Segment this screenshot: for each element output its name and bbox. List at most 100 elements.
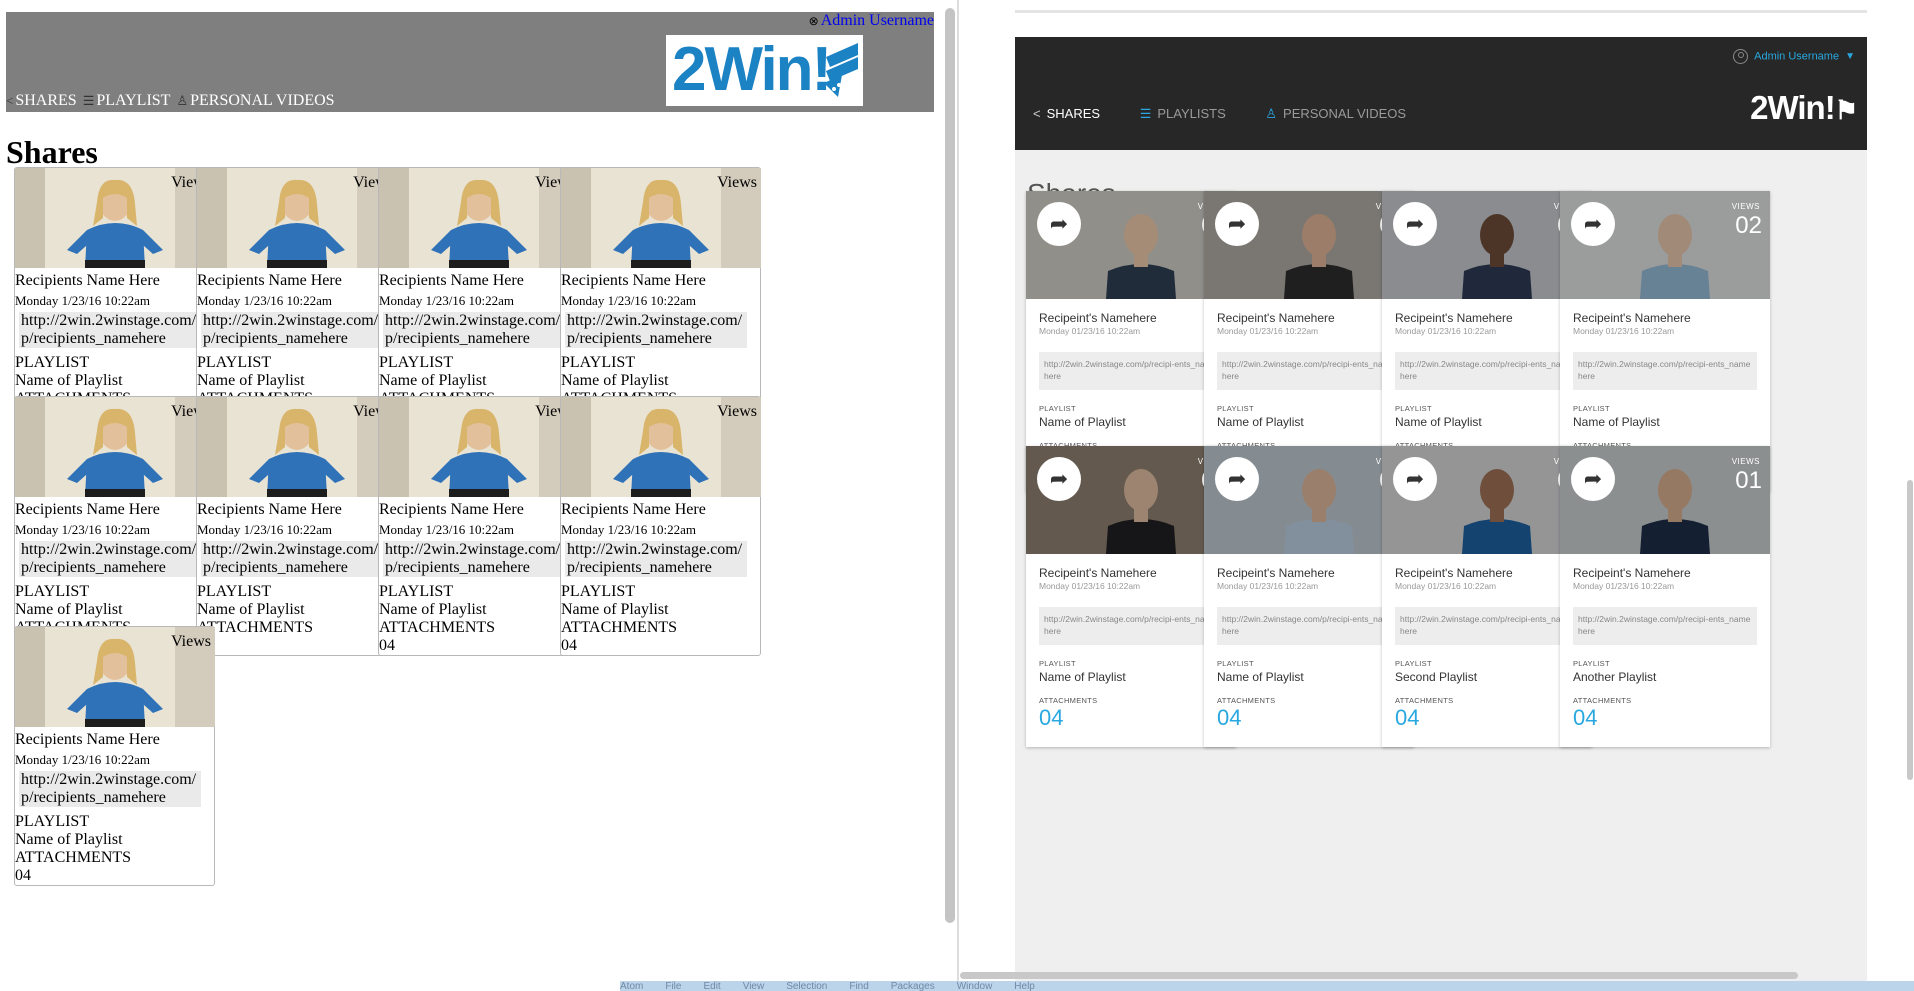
card-thumbnail[interactable]: Views xyxy=(379,397,579,497)
attachments-label: ATTACHMENTS xyxy=(1573,696,1632,705)
share-card[interactable]: Views Recipients Name Here Monday 1/23/16 … xyxy=(196,167,397,427)
share-card[interactable]: Views Recipients Name Here Monday 1/23/16 … xyxy=(14,626,215,886)
card-thumbnail[interactable]: Views xyxy=(561,397,761,497)
recipient-name: Recipients Name Here xyxy=(197,272,342,289)
card-thumbnail[interactable]: Views xyxy=(15,168,215,268)
views-label: Views xyxy=(717,403,757,420)
playlist-label: PLAYLIST xyxy=(1217,404,1254,413)
card-thumbnail[interactable]: Views xyxy=(379,168,579,268)
share-url[interactable]: http://2win.2winstage.com/p/recipients_n… xyxy=(565,312,747,348)
nav-shares[interactable]: SHARES xyxy=(15,92,76,109)
attachments-label: ATTACHMENTS xyxy=(15,849,132,866)
share-url[interactable]: http://2win.2winstage.com/p/recipients_n… xyxy=(383,541,565,577)
menubar-item[interactable]: Window xyxy=(957,981,993,991)
share-url[interactable]: http://2win.2winstage.com/p/recipients_n… xyxy=(565,541,747,577)
share-icon[interactable]: ➦ xyxy=(1215,457,1259,501)
nav-personal-videos[interactable]: PERSONAL VIDEOS xyxy=(190,92,334,109)
card-photo[interactable]: ➦ VIEWS02 xyxy=(1560,191,1770,299)
share-date: Monday 1/23/16 10:22am xyxy=(379,522,515,537)
nav-shares[interactable]: < SHARES xyxy=(1033,106,1100,121)
card-thumbnail[interactable]: Views xyxy=(15,397,215,497)
playlist-name: Name of Playlist xyxy=(15,372,123,389)
share-card[interactable]: Views Recipients Name Here Monday 1/23/16 … xyxy=(560,396,761,656)
playlist-name: Name of Playlist xyxy=(1395,415,1482,429)
share-url[interactable]: http://2win.2winstage.com/p/recipi-ents_… xyxy=(1039,607,1223,645)
playlist-label: PLAYLIST xyxy=(15,813,90,830)
menubar-item[interactable]: Edit xyxy=(703,981,720,991)
attachments-count: 04 xyxy=(1039,705,1064,730)
nav-playlists[interactable]: ☰ PLAYLISTS xyxy=(1140,106,1226,122)
share-url[interactable]: http://2win.2winstage.com/p/recipi-ents_… xyxy=(1573,607,1757,645)
scrollbar[interactable] xyxy=(945,8,955,923)
playlist-label: PLAYLIST xyxy=(15,583,90,600)
share-card[interactable]: Views Recipients Name Here Monday 1/23/16 … xyxy=(14,396,215,656)
share-url[interactable]: http://2win.2winstage.com/p/recipi-ents_… xyxy=(1573,352,1757,390)
card-thumbnail[interactable]: Views xyxy=(561,168,761,268)
share-icon[interactable]: ➦ xyxy=(1571,457,1615,501)
share-card[interactable]: ➦ VIEWS 01 Recipeint's Namehere Monday 01/23… xyxy=(1560,446,1770,747)
user-link[interactable]: Admin Username xyxy=(1754,50,1839,62)
menubar-item[interactable]: View xyxy=(743,981,765,991)
share-url[interactable]: http://2win.2winstage.com/p/recipients_n… xyxy=(201,312,383,348)
share-url[interactable]: http://2win.2winstage.com/p/recipients_n… xyxy=(383,312,565,348)
share-url[interactable]: http://2win.2winstage.com/p/recipients_n… xyxy=(19,771,201,807)
share-url[interactable]: http://2win.2winstage.com/p/recipi-ents_… xyxy=(1217,607,1401,645)
share-url[interactable]: http://2win.2winstage.com/p/recipi-ents_… xyxy=(1039,352,1223,390)
share-date: Monday 01/23/16 10:22am xyxy=(1039,581,1141,591)
menubar-item[interactable]: Packages xyxy=(891,981,935,991)
share-card[interactable]: Views Recipients Name Here Monday 1/23/16 … xyxy=(560,167,761,427)
playlist-name: Name of Playlist xyxy=(1217,670,1304,684)
share-date: Monday 1/23/16 10:22am xyxy=(15,752,151,767)
menubar-item[interactable]: File xyxy=(665,981,681,991)
recipient-name: Recipeint's Namehere xyxy=(1217,566,1335,580)
playlist-name: Name of Playlist xyxy=(379,601,487,618)
divider-line xyxy=(1015,10,1867,13)
menubar-item[interactable]: Selection xyxy=(786,981,827,991)
menubar-item[interactable]: Find xyxy=(849,981,868,991)
playlist-name: Name of Playlist xyxy=(1573,415,1660,429)
share-date: Monday 01/23/16 10:22am xyxy=(1395,326,1497,336)
logo: 2Win!⚑ xyxy=(1750,89,1858,127)
menubar-item[interactable]: Atom xyxy=(620,981,643,991)
caret-down-icon[interactable]: ▼ xyxy=(1845,51,1855,62)
share-url[interactable]: http://2win.2winstage.com/p/recipients_n… xyxy=(201,541,383,577)
share-icon[interactable]: ➦ xyxy=(1393,457,1437,501)
card-thumbnail[interactable]: Views xyxy=(197,168,397,268)
user-menu[interactable]: ⊗ Admin Username xyxy=(809,12,934,30)
share-url[interactable]: http://2win.2winstage.com/p/recipi-ents_… xyxy=(1395,607,1579,645)
user-link[interactable]: Admin Username xyxy=(821,12,934,29)
page-title: Shares xyxy=(6,134,98,170)
card-photo[interactable]: ➦ VIEWS 01 xyxy=(1560,446,1770,554)
card-thumbnail[interactable]: Views xyxy=(197,397,397,497)
share-icon[interactable]: ➦ xyxy=(1571,202,1615,246)
share-url[interactable]: http://2win.2winstage.com/p/recipients_n… xyxy=(19,541,201,577)
share-icon[interactable]: ➦ xyxy=(1037,457,1081,501)
playlist-label: PLAYLIST xyxy=(379,354,454,371)
share-url[interactable]: http://2win.2winstage.com/p/recipi-ents_… xyxy=(1217,352,1401,390)
share-icon[interactable]: ➦ xyxy=(1215,202,1259,246)
nav-playlist[interactable]: PLAYLIST xyxy=(96,92,170,109)
attachments-count: 04 xyxy=(379,637,395,654)
recipient-name: Recipeint's Namehere xyxy=(1395,311,1513,325)
share-icon[interactable]: ➦ xyxy=(1393,202,1437,246)
share-card[interactable]: Views Recipients Name Here Monday 1/23/16 … xyxy=(378,396,579,656)
playlist-name: Another Playlist xyxy=(1573,670,1657,684)
card-thumbnail[interactable]: Views xyxy=(15,627,215,727)
share-card[interactable]: Views Recipients Name Here Monday 1/23/16 … xyxy=(378,167,579,427)
nav-personal-videos[interactable]: ♙ PERSONAL VIDEOS xyxy=(1265,106,1406,122)
horizontal-scrollbar[interactable] xyxy=(960,972,1798,979)
recipient-name: Recipients Name Here xyxy=(15,272,160,289)
user-menu[interactable]: Admin Username ▼ xyxy=(1733,49,1855,64)
views-label: Views xyxy=(171,633,211,650)
share-card[interactable]: Views Recipients Name Here Monday 1/23/16 … xyxy=(196,396,397,656)
recipient-name: Recipeint's Namehere xyxy=(1039,566,1157,580)
share-url[interactable]: http://2win.2winstage.com/p/recipi-ents_… xyxy=(1395,352,1579,390)
share-card[interactable]: Views Recipients Name Here Monday 1/23/16 … xyxy=(14,167,215,427)
scrollbar[interactable] xyxy=(1907,480,1913,780)
share-url[interactable]: http://2win.2winstage.com/p/recipients_n… xyxy=(19,312,201,348)
menubar-item[interactable]: Help xyxy=(1014,981,1035,991)
recipient-name: Recipients Name Here xyxy=(379,501,524,518)
pane-divider[interactable] xyxy=(957,0,959,991)
share-icon[interactable]: ➦ xyxy=(1037,202,1081,246)
share-date: Monday 01/23/16 10:22am xyxy=(1573,326,1675,336)
